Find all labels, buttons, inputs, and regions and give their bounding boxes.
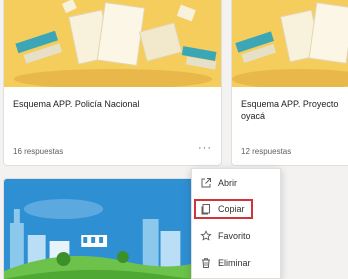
menu-item-copy[interactable]: Copiar xyxy=(194,199,253,219)
copy-icon xyxy=(201,204,210,215)
open-external-icon xyxy=(201,178,211,188)
menu-item-label: Favorito xyxy=(218,231,251,241)
books-thumbnail xyxy=(4,0,221,87)
menu-item-favorite[interactable]: Favorito xyxy=(192,226,280,246)
city-thumbnail xyxy=(4,179,221,279)
menu-item-label: Eliminar xyxy=(218,258,251,268)
menu-item-label: Abrir xyxy=(218,178,238,188)
menu-item-delete[interactable]: Eliminar xyxy=(192,253,280,273)
books-thumbnail xyxy=(232,0,348,87)
card-title: Esquema APP. Policía Nacional xyxy=(13,99,140,109)
trash-icon xyxy=(202,258,210,268)
form-card-city[interactable] xyxy=(3,178,222,279)
card-responses-count: 12 respuestas xyxy=(241,147,292,156)
more-options-button[interactable]: ··· xyxy=(198,143,212,154)
menu-item-label: Copiar xyxy=(218,204,245,214)
star-icon xyxy=(200,230,212,241)
card-responses-count: 16 respuestas xyxy=(13,147,64,156)
card-title: Esquema APP. Proyecto oyacá xyxy=(241,99,339,121)
form-card-policia[interactable]: Esquema APP. Policía Nacional 16 respues… xyxy=(3,0,222,166)
context-menu: Abrir Copiar Favorito Eliminar xyxy=(191,168,281,279)
forms-gallery: Esquema APP. Policía Nacional 16 respues… xyxy=(0,0,348,279)
menu-item-open[interactable]: Abrir xyxy=(192,173,280,193)
form-card-proyecto[interactable]: Esquema APP. Proyecto oyacá 12 respuesta… xyxy=(231,0,348,166)
